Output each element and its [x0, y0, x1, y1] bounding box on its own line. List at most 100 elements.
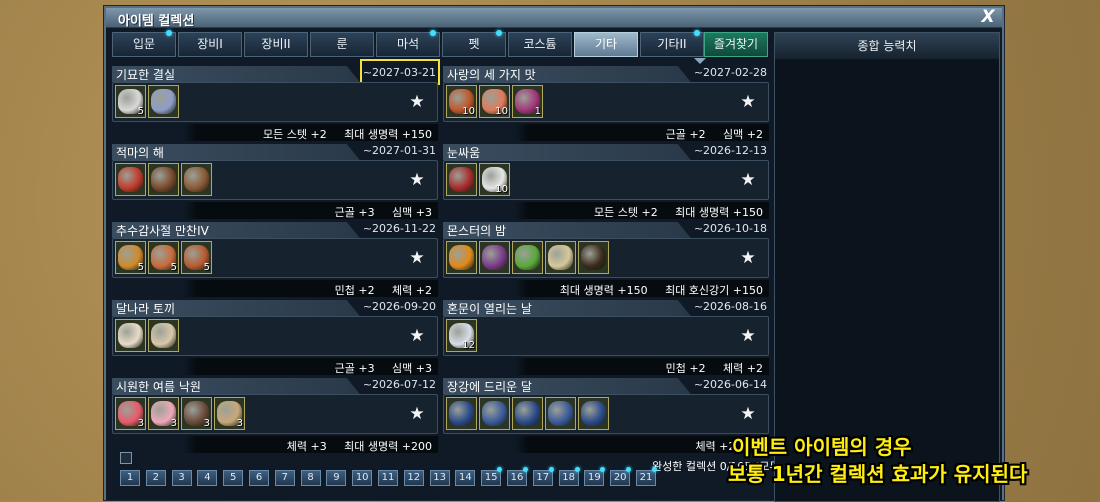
item-slot[interactable]: 10 [446, 85, 477, 118]
item-slot[interactable] [512, 397, 543, 430]
card-item-slots: 12 ★ [443, 316, 769, 356]
page-button-18[interactable]: 18 [558, 467, 580, 486]
item-slot[interactable] [446, 163, 477, 196]
item-icon [548, 245, 573, 270]
item-icon [118, 167, 143, 192]
item-slot[interactable] [512, 241, 543, 274]
page-button-14[interactable]: 14 [455, 470, 476, 486]
card-stat-bonus: 모든 스텟 +2 최대 생명력 +150 [594, 206, 763, 219]
item-slot[interactable] [148, 163, 179, 196]
window-title: 아이템 컬렉션 [118, 14, 195, 29]
favorite-star-icon[interactable]: ★ [738, 326, 758, 346]
item-slot[interactable]: 12 [446, 319, 477, 352]
item-icon [482, 245, 507, 270]
favorite-star-icon[interactable]: ★ [407, 326, 427, 346]
page-button-19[interactable]: 19 [584, 467, 606, 486]
card-stat-bonus: 근골 +2 심맥 +2 [665, 128, 763, 141]
page-button-11[interactable]: 11 [378, 470, 398, 486]
item-slot[interactable] [545, 397, 576, 430]
new-indicator-dot [600, 467, 606, 472]
tab-1[interactable]: 입문 [112, 30, 176, 57]
item-slot[interactable] [446, 397, 477, 430]
item-slot[interactable]: 10 [479, 85, 510, 118]
page-button-15[interactable]: 15 [481, 467, 503, 486]
favorite-star-icon[interactable]: ★ [407, 170, 427, 190]
item-slot[interactable] [578, 241, 609, 274]
page-button-2[interactable]: 2 [145, 470, 166, 486]
item-slot[interactable]: 3 [115, 397, 146, 430]
item-slot[interactable] [148, 85, 179, 118]
new-indicator-dot [652, 467, 657, 472]
item-slot[interactable]: 3 [181, 397, 212, 430]
page-button-1[interactable]: 1 [120, 470, 140, 486]
card-item-slots: ★ [443, 238, 769, 278]
page-button-8[interactable]: 8 [300, 470, 321, 486]
item-icon [151, 167, 176, 192]
tab-6[interactable]: 펫 [442, 30, 506, 57]
tab-2[interactable]: 장비I [178, 32, 242, 57]
favorite-star-icon[interactable]: ★ [407, 92, 427, 112]
item-slot[interactable] [545, 241, 576, 274]
new-indicator-dot [166, 30, 172, 36]
caption-line-2: 보통 1년간 컬렉션 효과가 유지된다 [728, 462, 1028, 486]
item-quantity: 3 [203, 418, 210, 429]
favorite-star-icon[interactable]: ★ [407, 248, 427, 268]
item-slot[interactable] [115, 319, 146, 352]
page-button-21[interactable]: 21 [636, 467, 657, 486]
tab-5[interactable]: 마석 [376, 30, 440, 57]
card-name: 달나라 토끼 [116, 302, 176, 316]
close-icon[interactable]: X [980, 8, 996, 26]
tab-7[interactable]: 코스튬 [508, 32, 572, 57]
item-quantity: 3 [137, 418, 144, 429]
card-stat-bar: 근골 +3 심맥 +3 [112, 202, 438, 219]
card-name: 기묘한 결실 [116, 68, 176, 82]
title-bar[interactable]: 아이템 컬렉션 X [106, 8, 1002, 29]
page-button-20[interactable]: 20 [610, 467, 632, 486]
card-stat-bar: 민첩 +2 체력 +2 [112, 280, 438, 297]
page-button-13[interactable]: 13 [429, 470, 450, 486]
tab-10[interactable]: 즐겨찾기 [704, 32, 768, 57]
item-slot[interactable] [181, 163, 212, 196]
favorite-star-icon[interactable]: ★ [738, 248, 758, 268]
card-stat-bar: 근골 +3 심맥 +3 [112, 358, 438, 375]
tab-8[interactable]: 기타 [574, 32, 638, 57]
page-button-9[interactable]: 9 [326, 470, 347, 486]
item-slot[interactable] [115, 163, 146, 196]
item-slot[interactable]: 5 [148, 241, 179, 274]
item-quantity: 1 [534, 106, 541, 117]
item-slot[interactable]: 1 [512, 85, 543, 118]
item-slot[interactable] [479, 241, 510, 274]
page-button-7[interactable]: 7 [274, 470, 295, 486]
item-slot[interactable]: 10 [479, 163, 510, 196]
item-slot[interactable] [578, 397, 609, 430]
page-button-3[interactable]: 3 [171, 470, 192, 486]
item-icon [449, 401, 474, 426]
favorite-star-icon[interactable]: ★ [407, 404, 427, 424]
card-expiry-date: ~2026-06-14 [693, 378, 767, 391]
tab-4[interactable]: 룬 [310, 32, 374, 57]
item-slot[interactable]: 5 [181, 241, 212, 274]
tab-9[interactable]: 기타II [640, 30, 704, 57]
item-slot[interactable] [148, 319, 179, 352]
item-slot[interactable] [446, 241, 477, 274]
favorite-star-icon[interactable]: ★ [738, 170, 758, 190]
page-button-16[interactable]: 16 [507, 467, 528, 486]
page-button-5[interactable]: 5 [223, 470, 244, 486]
apply-all-checkbox[interactable] [120, 452, 132, 464]
card-item-slots: ★ [112, 160, 438, 200]
tab-3[interactable]: 장비II [244, 32, 308, 57]
page-button-10[interactable]: 10 [352, 470, 373, 486]
collection-card: 눈싸움 ~2026-12-13 10 ★ 모든 스텟 +2 최대 생명력 +150 [443, 144, 769, 220]
item-slot[interactable]: 5 [115, 85, 146, 118]
page-button-6[interactable]: 6 [249, 470, 269, 486]
favorite-star-icon[interactable]: ★ [738, 92, 758, 112]
item-slot[interactable]: 3 [148, 397, 179, 430]
new-indicator-dot [496, 30, 502, 36]
item-slot[interactable] [479, 397, 510, 430]
favorite-star-icon[interactable]: ★ [738, 404, 758, 424]
page-button-4[interactable]: 4 [197, 470, 218, 486]
item-slot[interactable]: 5 [115, 241, 146, 274]
item-slot[interactable]: 3 [214, 397, 245, 430]
page-button-12[interactable]: 12 [403, 470, 424, 486]
page-button-17[interactable]: 17 [532, 467, 554, 486]
